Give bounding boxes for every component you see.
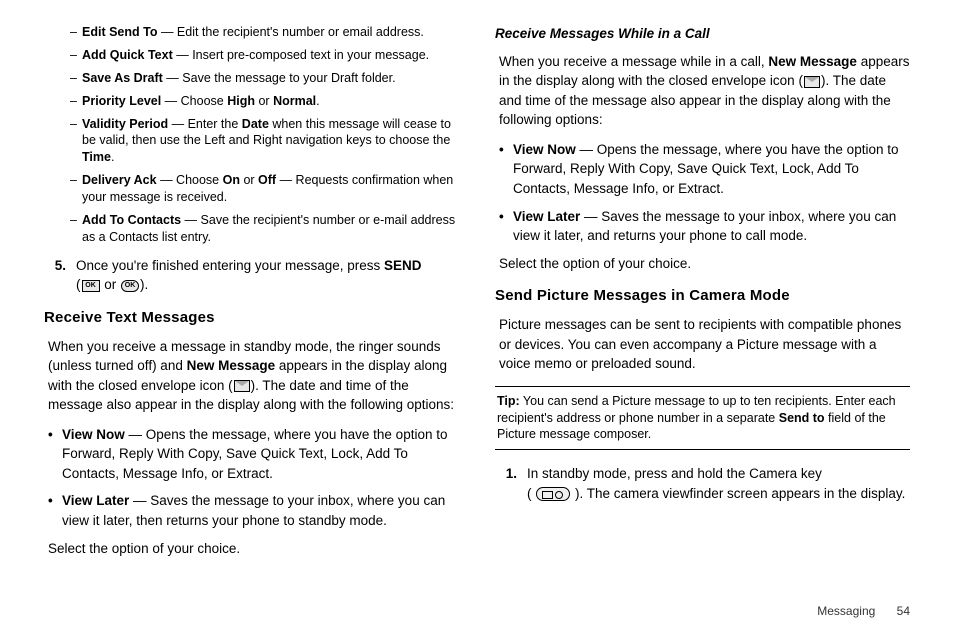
step-text: In standby mode, press and hold the Came…	[527, 464, 910, 503]
send-picture-heading: Send Picture Messages in Camera Mode	[495, 285, 910, 307]
right-column: Receive Messages While in a Call When yo…	[495, 24, 910, 568]
option-bold: On	[223, 173, 240, 187]
paren-open: (	[76, 277, 81, 292]
option-bold: High	[227, 94, 255, 108]
bullet-bold: View Later	[62, 493, 129, 508]
list-item: View Later — Saves the message to your i…	[48, 491, 459, 530]
paren-open: (	[527, 486, 535, 501]
options-list: Edit Send To — Edit the recipient's numb…	[44, 24, 459, 246]
tip-block: Tip: You can send a Picture message to u…	[495, 386, 910, 451]
list-item: Delivery Ack — Choose On or Off — Reques…	[70, 172, 459, 206]
option-desc: or	[240, 173, 258, 187]
option-desc: — Enter the	[168, 117, 242, 131]
list-item: View Now — Opens the message, where you …	[48, 425, 459, 484]
para-bold: New Message	[768, 54, 857, 69]
receive-text-para: When you receive a message in standby mo…	[48, 337, 459, 415]
ok-key-icon: OK	[82, 280, 100, 292]
step-5: 5. Once you're finished entering your me…	[50, 256, 459, 295]
in-call-options-list: View Now — Opens the message, where you …	[499, 140, 910, 246]
step-number: 5.	[50, 256, 76, 295]
receive-text-heading: Receive Text Messages	[44, 307, 459, 329]
select-instruction: Select the option of your choice.	[499, 254, 910, 274]
step-1: 1. In standby mode, press and hold the C…	[501, 464, 910, 503]
page-number: 54	[897, 604, 910, 618]
option-desc: .	[316, 94, 319, 108]
option-bold: Normal	[273, 94, 316, 108]
list-item: Edit Send To — Edit the recipient's numb…	[70, 24, 459, 41]
option-title: Add To Contacts	[82, 213, 181, 227]
left-column: Edit Send To — Edit the recipient's numb…	[44, 24, 459, 568]
step-line: In standby mode, press and hold the Came…	[527, 466, 822, 481]
envelope-icon	[234, 380, 250, 392]
option-desc: .	[111, 150, 114, 164]
list-item: Priority Level — Choose High or Normal.	[70, 93, 459, 110]
option-desc: — Save the message to your Draft folder.	[163, 71, 396, 85]
option-title: Delivery Ack	[82, 173, 157, 187]
list-item: Add To Contacts — Save the recipient's n…	[70, 212, 459, 246]
list-item: View Now — Opens the message, where you …	[499, 140, 910, 199]
option-desc: — Choose	[161, 94, 227, 108]
step-line: ). The camera viewfinder screen appears …	[571, 486, 905, 501]
option-desc: — Insert pre-composed text in your messa…	[173, 48, 429, 62]
tip-bold: Send to	[779, 411, 825, 425]
option-bold: Time	[82, 150, 111, 164]
list-item: View Later — Saves the message to your i…	[499, 207, 910, 246]
option-title: Add Quick Text	[82, 48, 173, 62]
receive-in-call-para: When you receive a message while in a ca…	[499, 52, 910, 130]
option-title: Save As Draft	[82, 71, 163, 85]
page-footer: Messaging 54	[817, 603, 910, 620]
ok-rounded-key-icon: OK	[121, 280, 139, 292]
paren-close: ).	[140, 277, 148, 292]
list-item: Validity Period — Enter the Date when th…	[70, 116, 459, 167]
step-number: 1.	[501, 464, 527, 503]
bullet-bold: View Now	[62, 427, 125, 442]
tip-label: Tip:	[497, 394, 520, 408]
option-title: Priority Level	[82, 94, 161, 108]
option-title: Validity Period	[82, 117, 168, 131]
option-desc: — Choose	[157, 173, 223, 187]
footer-section: Messaging	[817, 604, 875, 618]
page-columns: Edit Send To — Edit the recipient's numb…	[44, 24, 910, 568]
option-bold: Date	[242, 117, 269, 131]
envelope-icon	[804, 76, 820, 88]
option-bold: Off	[258, 173, 276, 187]
option-title: Edit Send To	[82, 25, 157, 39]
list-item: Save As Draft — Save the message to your…	[70, 70, 459, 87]
bullet-bold: View Later	[513, 209, 580, 224]
step-bold: SEND	[384, 258, 422, 273]
select-instruction: Select the option of your choice.	[48, 539, 459, 559]
send-picture-para: Picture messages can be sent to recipien…	[499, 315, 910, 374]
bullet-bold: View Now	[513, 142, 576, 157]
option-desc: — Edit the recipient's number or email a…	[157, 25, 423, 39]
step-pre: Once you're finished entering your messa…	[76, 258, 384, 273]
camera-key-icon	[536, 487, 570, 501]
or-text: or	[101, 277, 121, 292]
step-text: Once you're finished entering your messa…	[76, 256, 459, 295]
list-item: Add Quick Text — Insert pre-composed tex…	[70, 47, 459, 64]
para-bold: New Message	[187, 358, 276, 373]
receive-in-call-heading: Receive Messages While in a Call	[495, 24, 910, 44]
para-text: When you receive a message while in a ca…	[499, 54, 768, 69]
receive-options-list: View Now — Opens the message, where you …	[48, 425, 459, 531]
option-desc: or	[255, 94, 273, 108]
